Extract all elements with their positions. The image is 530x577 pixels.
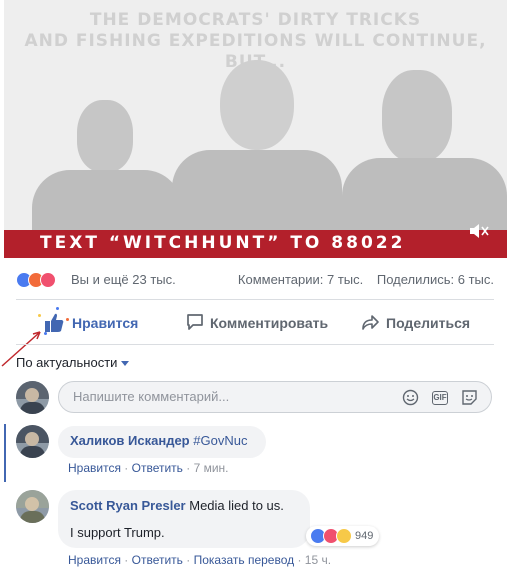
avatar[interactable] (16, 490, 49, 523)
haha-reaction-icon (336, 528, 352, 544)
reaction-summary: Вы и ещё 23 тыс. Комментарии: 7 тыс. Под… (16, 270, 494, 290)
comment-time[interactable]: 7 мин. (194, 461, 229, 475)
comment-text: I support Trump. (70, 525, 165, 540)
speaker-muted-icon[interactable] (469, 223, 489, 244)
comment-like-link[interactable]: Нравится (68, 461, 121, 475)
headline-line-1: THE DEMOCRATS' DIRTY TRICKS (89, 10, 422, 30)
comment-reply-link[interactable]: Ответить (132, 461, 183, 475)
person-center-image (172, 60, 342, 230)
comment-time[interactable]: 15 ч. (305, 553, 331, 567)
new-comment-indicator (4, 424, 6, 482)
divider (16, 299, 494, 300)
banner-text: TEXT “WITCHHUNT” TO 88022 (40, 233, 406, 253)
chevron-down-icon (121, 361, 130, 367)
like-button-label: Нравится (72, 315, 139, 331)
shares-count-link[interactable]: Поделились: 6 тыс. (377, 272, 494, 287)
love-reaction-icon[interactable] (40, 272, 56, 288)
gif-icon[interactable]: GIF (432, 391, 448, 405)
comment-bubble-icon (186, 313, 204, 334)
headline-line-2: AND FISHING EXPEDITIONS WILL CONTINUE, (24, 31, 487, 51)
comment-input[interactable] (71, 388, 395, 405)
comment-button-label: Комментировать (210, 315, 329, 331)
post-action-bar: Нравится Комментировать Поделиться (16, 306, 494, 340)
comment-author-link[interactable]: Scott Ryan Presler (70, 498, 186, 513)
reaction-count-number: 949 (355, 530, 374, 542)
comment-author-link[interactable]: Халиков Искандер (70, 433, 190, 448)
share-button-label: Поделиться (386, 315, 471, 331)
divider (16, 344, 494, 345)
emoji-icon[interactable] (402, 389, 419, 406)
sort-label: По актуальности (16, 355, 118, 370)
show-translation-link[interactable]: Показать перевод (194, 553, 295, 567)
comment-sort-dropdown[interactable]: По актуальности (16, 355, 130, 370)
comment-meta: Нравится · Ответить · 7 мин. (68, 461, 229, 475)
video-banner: TEXT “WITCHHUNT” TO 88022 (4, 230, 507, 258)
share-button[interactable]: Поделиться (362, 306, 470, 340)
sticker-icon[interactable] (461, 389, 478, 406)
comment-bubble: Халиков Искандер #GovNuc (58, 426, 266, 458)
comment-text: Media lied to us. (189, 498, 284, 513)
comment-meta: Нравится · Ответить · Показать перевод ·… (68, 553, 332, 567)
video-player[interactable]: THE DEMOCRATS' DIRTY TRICKS AND FISHING … (4, 0, 507, 258)
person-left-image (32, 100, 182, 230)
hashtag-link[interactable]: #GovNuc (193, 433, 247, 448)
avatar[interactable] (16, 425, 49, 458)
comment-button[interactable]: Комментировать (186, 306, 328, 340)
reaction-names-link[interactable]: Вы и ещё 23 тыс. (71, 272, 176, 287)
comment-reaction-count[interactable]: 949 (306, 526, 380, 546)
post-counts: Комментарии: 7 тыс. Поделились: 6 тыс. (238, 272, 494, 287)
comment-like-link[interactable]: Нравится (68, 553, 121, 567)
comment-reply-link[interactable]: Ответить (132, 553, 183, 567)
comment-bubble: Scott Ryan Presler Media lied to us. I s… (58, 490, 310, 548)
avatar[interactable] (16, 381, 49, 414)
person-right-image (342, 70, 507, 230)
comment-composer: GIF (58, 381, 492, 413)
share-arrow-icon (362, 313, 380, 334)
comments-count-link[interactable]: Комментарии: 7 тыс. (238, 272, 363, 287)
